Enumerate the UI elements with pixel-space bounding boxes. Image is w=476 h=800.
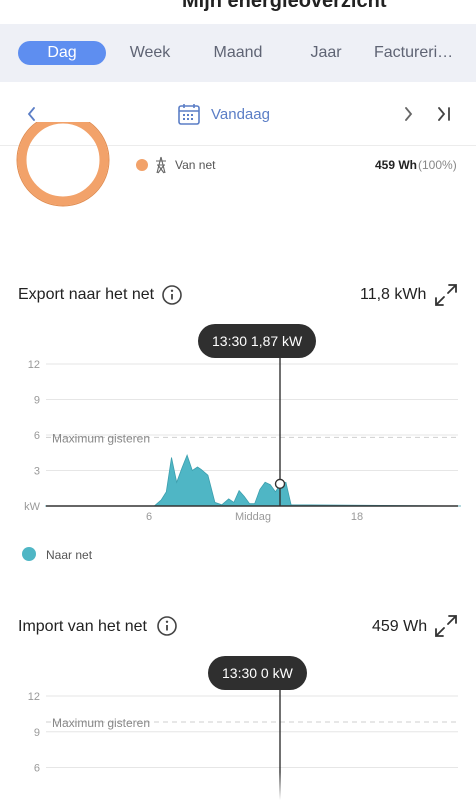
- x-tick-label: 6: [146, 511, 152, 523]
- bottom-fade: [0, 772, 476, 800]
- chevron-right-icon: [405, 107, 413, 121]
- chevron-left-icon: [27, 107, 35, 121]
- info-icon[interactable]: [156, 615, 178, 637]
- next-day-button[interactable]: [394, 100, 422, 128]
- page-title: Mijn energieoverzicht: [182, 0, 387, 12]
- max-yesterday-label: Maximum gisteren: [52, 431, 150, 445]
- x-tick-label: 18: [351, 511, 363, 523]
- source-share: (100%): [418, 158, 457, 172]
- y-tick-label: 9: [34, 727, 40, 739]
- tab-dag[interactable]: Dag: [18, 41, 106, 65]
- date-label[interactable]: Vandaag: [211, 106, 270, 123]
- expand-icon[interactable]: [433, 282, 459, 308]
- skip-to-end-icon: [438, 107, 450, 121]
- y-tick-label: 6: [34, 430, 40, 442]
- tab-maand[interactable]: Maand: [206, 41, 270, 65]
- jump-to-today-button[interactable]: [430, 100, 458, 128]
- calendar-icon[interactable]: [177, 102, 201, 131]
- energy-dashboard: Mijn energieoverzicht Dag Week Maand Jaa…: [0, 0, 476, 800]
- export-title: Export naar het net: [18, 286, 155, 303]
- max-yesterday-label: Maximum gisteren: [52, 716, 150, 730]
- y-tick-label: 12: [28, 359, 40, 371]
- van-net-legend-dot: [136, 159, 148, 171]
- naar-net-area: [45, 453, 462, 507]
- top-strip: Mijn energieoverzicht: [0, 0, 476, 24]
- y-tick-label: 3: [34, 466, 40, 478]
- naar-net-legend-dot: [22, 547, 36, 561]
- expand-icon[interactable]: [433, 613, 459, 639]
- import-title: Import van het net: [18, 618, 147, 635]
- export-chart[interactable]: 12 9 6 3 kW Maximum gisteren 6 Middag 18: [0, 350, 476, 530]
- period-tabs: Dag Week Maand Jaar Factureri…: [0, 24, 476, 82]
- tab-facturering[interactable]: Factureri…: [374, 41, 476, 65]
- source-value: 459 Wh: [375, 158, 418, 172]
- export-legend-label: Naar net: [46, 548, 93, 562]
- export-total: 11,8 kWh: [360, 286, 427, 303]
- import-total: 459 Wh: [372, 618, 428, 635]
- y-tick-label: 12: [28, 691, 40, 703]
- tab-jaar[interactable]: Jaar: [304, 41, 348, 65]
- source-label: Van net: [175, 158, 216, 172]
- power-pylon-icon: [156, 156, 166, 174]
- source-donut-chart: [16, 122, 110, 207]
- cursor-point: [274, 478, 286, 490]
- tab-week[interactable]: Week: [120, 41, 180, 65]
- y-tick-label: 9: [34, 395, 40, 407]
- x-tick-label: Middag: [235, 511, 271, 523]
- y-axis-unit-label: kW: [24, 501, 41, 513]
- info-icon[interactable]: [161, 284, 183, 306]
